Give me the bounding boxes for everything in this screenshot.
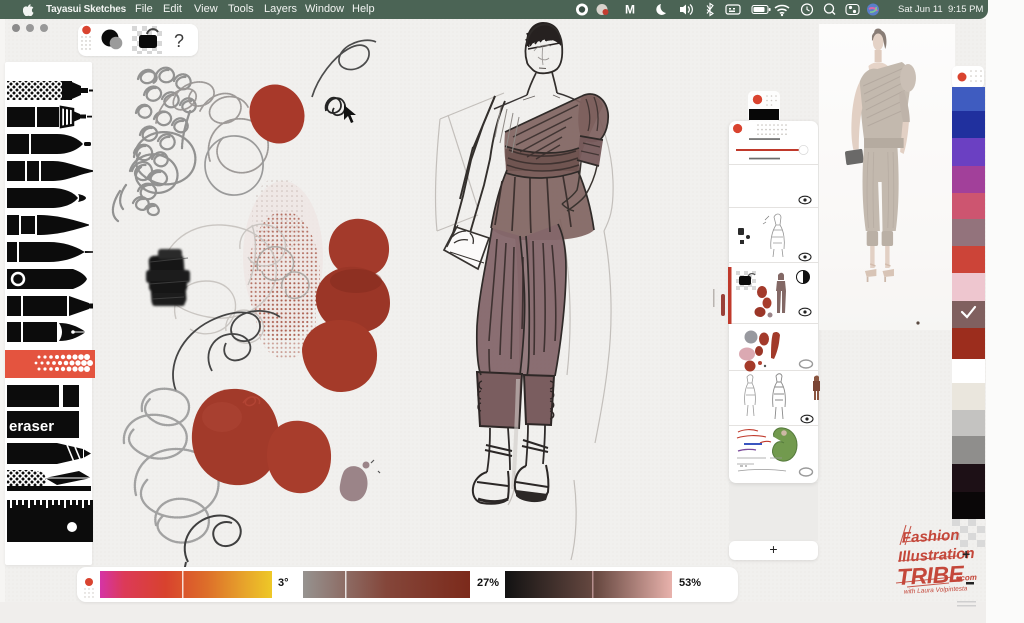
svg-text:27%: 27% (477, 577, 499, 589)
svg-text:+: + (962, 546, 970, 562)
svg-text:53%: 53% (679, 577, 701, 589)
svg-text:M: M (625, 3, 635, 17)
svg-text:3°: 3° (278, 577, 289, 589)
